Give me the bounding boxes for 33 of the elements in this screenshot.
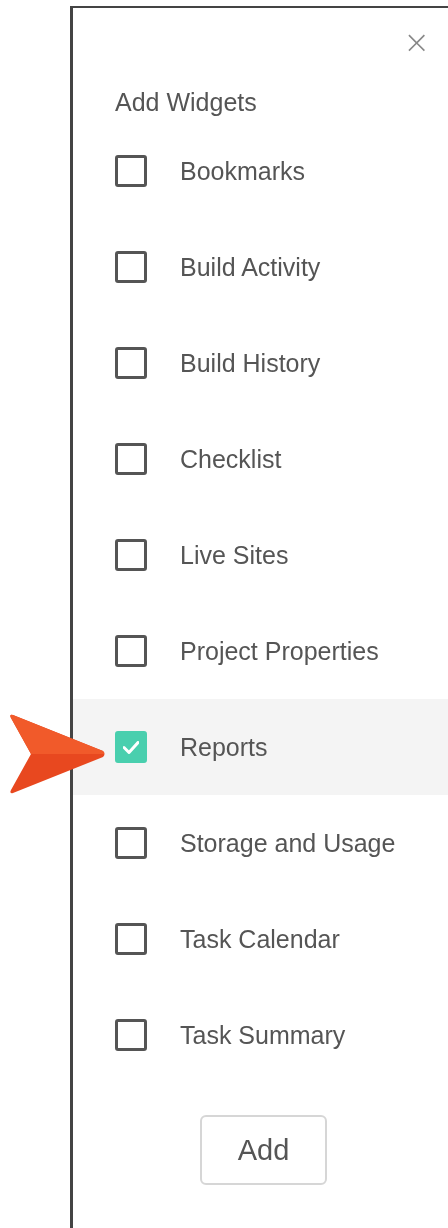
widget-option[interactable]: Live Sites (73, 507, 448, 603)
widget-label: Live Sites (180, 540, 289, 570)
widget-label: Task Calendar (180, 924, 340, 954)
add-button[interactable]: Add (200, 1115, 327, 1185)
checkbox[interactable] (115, 635, 147, 667)
checkbox[interactable] (115, 827, 147, 859)
widget-option[interactable]: Task Calendar (73, 891, 448, 987)
checkbox[interactable] (115, 923, 147, 955)
widget-option[interactable]: Build Activity (73, 219, 448, 315)
widget-option[interactable]: Task Summary (73, 987, 448, 1083)
checkbox[interactable] (115, 443, 147, 475)
checkbox[interactable] (115, 155, 147, 187)
widget-option[interactable]: Checklist (73, 411, 448, 507)
widget-label: Build Activity (180, 252, 321, 282)
widget-label: Project Properties (180, 636, 379, 666)
checkbox[interactable] (115, 539, 147, 571)
widget-label: Bookmarks (180, 156, 306, 186)
widget-label: Storage and Usage (180, 828, 396, 858)
check-icon (123, 740, 139, 754)
widget-option[interactable]: Bookmarks (73, 123, 448, 219)
close-button[interactable]: × (403, 26, 430, 58)
widget-option[interactable]: Storage and Usage (73, 795, 448, 891)
widget-option[interactable]: Project Properties (73, 603, 448, 699)
checkbox[interactable] (115, 251, 147, 283)
widget-label: Checklist (180, 444, 282, 474)
widget-label: Task Summary (180, 1020, 346, 1050)
checkbox[interactable] (115, 1019, 147, 1051)
panel-title: Add Widgets (115, 88, 257, 117)
widget-label: Build History (180, 348, 321, 378)
checkbox[interactable] (115, 347, 147, 379)
widget-option[interactable]: Build History (73, 315, 448, 411)
widget-label: Reports (180, 732, 268, 762)
checkbox[interactable] (115, 731, 147, 763)
